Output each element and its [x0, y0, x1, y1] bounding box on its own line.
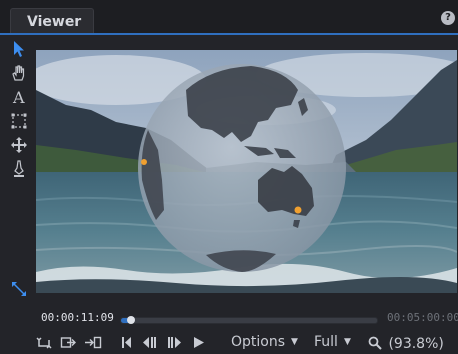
viewer-canvas[interactable]	[36, 50, 457, 293]
video-frame	[36, 50, 457, 293]
svg-text:A: A	[12, 88, 25, 107]
chevron-down-icon: ▼	[343, 337, 351, 347]
select-arrow-icon[interactable]	[9, 39, 29, 59]
previous-frame-icon[interactable]	[141, 334, 157, 351]
search-icon	[368, 336, 384, 350]
go-to-start-icon[interactable]	[120, 334, 132, 351]
panel-title: Viewer	[27, 14, 82, 30]
chevron-down-icon: ▼	[291, 337, 298, 347]
zoom-label: (93.8%)	[388, 336, 444, 352]
scrubber-handle[interactable]	[127, 316, 136, 324]
transform-icon[interactable]	[9, 135, 29, 155]
zoom-menu[interactable]: (93.8%)	[368, 334, 444, 352]
tool-bar: A	[0, 35, 36, 305]
hand-icon[interactable]	[9, 63, 29, 83]
quality-label: Full	[314, 334, 338, 350]
tab-viewer[interactable]: Viewer	[10, 8, 94, 35]
timeline: 00:00:11:09 00:05:00:00	[0, 305, 458, 333]
scrubber-track[interactable]	[120, 316, 378, 324]
current-timecode: 00:00:11:09	[41, 311, 114, 324]
transport-bar: Options ▼ Full ▼ (93.8%)	[0, 333, 458, 352]
end-timecode: 00:05:00:00	[387, 311, 458, 324]
location-marker	[294, 206, 302, 214]
send-to-timeline-icon[interactable]	[84, 334, 102, 351]
export-frame-icon[interactable]	[60, 334, 76, 351]
next-frame-icon[interactable]	[167, 334, 183, 351]
crop-icon[interactable]	[9, 111, 29, 131]
options-label: Options	[231, 334, 286, 350]
text-icon[interactable]: A	[9, 87, 29, 107]
fit-icon[interactable]	[9, 279, 29, 299]
globe	[138, 64, 346, 272]
help-icon[interactable]: ?	[441, 11, 455, 25]
panel-tab-bar: Viewer ?	[0, 0, 458, 35]
loop-icon[interactable]	[36, 334, 52, 351]
tab-underline	[0, 33, 458, 35]
pen-icon[interactable]	[9, 159, 29, 179]
play-icon[interactable]	[192, 334, 206, 351]
quality-menu[interactable]: Full ▼	[314, 334, 351, 350]
options-menu[interactable]: Options ▼	[231, 334, 298, 350]
location-marker	[141, 159, 147, 165]
